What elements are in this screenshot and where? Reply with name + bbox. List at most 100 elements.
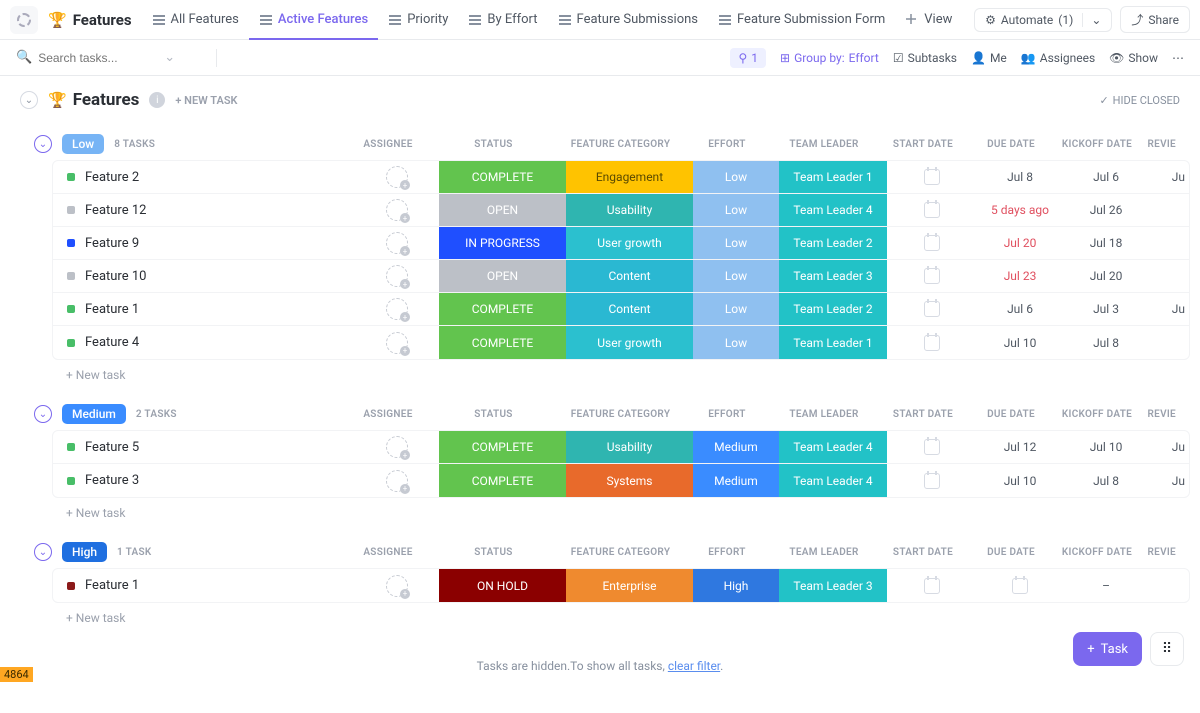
cell-status[interactable]: COMPLETE <box>439 161 566 193</box>
cell-kickoff[interactable]: – <box>1063 569 1149 602</box>
col-due[interactable]: DUE DATE <box>968 139 1054 150</box>
col-kickoff[interactable]: KICKOFF DATE <box>1054 409 1140 420</box>
cell-leader[interactable]: Team Leader 4 <box>779 431 887 463</box>
page-title[interactable]: 🏆 Features <box>40 11 140 29</box>
cell-review[interactable]: Ju <box>1149 161 1189 193</box>
cell-start[interactable] <box>887 293 977 325</box>
cell-due[interactable]: Jul 23 <box>977 260 1063 292</box>
cell-effort[interactable]: Medium <box>693 431 779 463</box>
group-badge[interactable]: High <box>62 542 107 562</box>
cell-effort[interactable]: Low <box>693 194 779 226</box>
cell-review[interactable] <box>1149 260 1189 292</box>
assign-avatar-icon[interactable] <box>386 436 408 458</box>
cell-review[interactable]: Ju <box>1149 293 1189 325</box>
app-icon[interactable] <box>10 6 38 34</box>
cell-kickoff[interactable]: Jul 10 <box>1063 431 1149 463</box>
cell-review[interactable] <box>1149 326 1189 359</box>
search-wrap[interactable]: 🔍 ⌄ <box>16 50 206 65</box>
cell-due[interactable]: Jul 20 <box>977 227 1063 259</box>
cell-review[interactable]: Ju <box>1149 464 1189 497</box>
new-task-button[interactable]: + New task <box>0 498 1200 524</box>
collapse-list-button[interactable]: ⌄ <box>20 91 38 109</box>
col-status[interactable]: STATUS <box>430 547 557 558</box>
cell-kickoff[interactable]: Jul 18 <box>1063 227 1149 259</box>
cell-category[interactable]: Enterprise <box>566 569 693 602</box>
cell-category[interactable]: Systems <box>566 464 693 497</box>
cell-effort[interactable]: Medium <box>693 464 779 497</box>
hide-closed-toggle[interactable]: ✓ HIDE CLOSED <box>1099 94 1180 107</box>
cell-category[interactable]: Usability <box>566 431 693 463</box>
chevron-down-icon[interactable]: ⌄ <box>164 50 175 65</box>
cell-due[interactable]: 5 days ago <box>977 194 1063 226</box>
cell-review[interactable] <box>1149 569 1189 602</box>
col-effort[interactable]: EFFORT <box>684 409 770 420</box>
me-toggle[interactable]: 👤Me <box>971 51 1007 65</box>
cell-start[interactable] <box>887 161 977 193</box>
col-leader[interactable]: TEAM LEADER <box>770 409 878 420</box>
task-row[interactable]: Feature 9 IN PROGRESS User growth Low Te… <box>53 227 1189 260</box>
assign-avatar-icon[interactable] <box>386 470 408 492</box>
col-effort[interactable]: EFFORT <box>684 547 770 558</box>
cell-status[interactable]: OPEN <box>439 194 566 226</box>
collapse-group-button[interactable]: ⌄ <box>34 543 52 561</box>
cell-status[interactable]: IN PROGRESS <box>439 227 566 259</box>
task-name[interactable]: Feature 5 <box>53 431 355 463</box>
clear-filter-link[interactable]: clear filter <box>668 659 720 673</box>
task-row[interactable]: Feature 5 COMPLETE Usability Medium Team… <box>53 431 1189 464</box>
assign-avatar-icon[interactable] <box>386 332 408 354</box>
assign-avatar-icon[interactable] <box>386 298 408 320</box>
cell-category[interactable]: Content <box>566 260 693 292</box>
cell-effort[interactable]: Low <box>693 326 779 359</box>
group-by-control[interactable]: ⊞ Group by: Effort <box>780 51 879 65</box>
cell-status[interactable]: COMPLETE <box>439 326 566 359</box>
task-row[interactable]: Feature 2 COMPLETE Engagement Low Team L… <box>53 161 1189 194</box>
cell-due[interactable]: Jul 8 <box>977 161 1063 193</box>
cell-leader[interactable]: Team Leader 4 <box>779 464 887 497</box>
cell-leader[interactable]: Team Leader 1 <box>779 161 887 193</box>
task-name[interactable]: Feature 4 <box>53 326 355 359</box>
col-due[interactable]: DUE DATE <box>968 409 1054 420</box>
cell-review[interactable] <box>1149 194 1189 226</box>
new-task-button[interactable]: + New task <box>0 603 1200 629</box>
new-task-top-button[interactable]: + NEW TASK <box>175 94 237 107</box>
search-input[interactable] <box>38 51 158 65</box>
view-tab-priority[interactable]: Priority <box>378 0 458 40</box>
cell-start[interactable] <box>887 464 977 497</box>
task-name[interactable]: Feature 1 <box>53 569 355 602</box>
col-leader[interactable]: TEAM LEADER <box>770 139 878 150</box>
col-effort[interactable]: EFFORT <box>684 139 770 150</box>
cell-start[interactable] <box>887 431 977 463</box>
col-category[interactable]: FEATURE CATEGORY <box>557 139 684 150</box>
cell-effort[interactable]: Low <box>693 161 779 193</box>
assign-avatar-icon[interactable] <box>386 575 408 597</box>
cell-assignee[interactable] <box>355 293 439 325</box>
col-category[interactable]: FEATURE CATEGORY <box>557 409 684 420</box>
task-name[interactable]: Feature 3 <box>53 464 355 497</box>
cell-effort[interactable]: Low <box>693 227 779 259</box>
col-category[interactable]: FEATURE CATEGORY <box>557 547 684 558</box>
list-title[interactable]: 🏆 Features <box>48 90 139 110</box>
task-name[interactable]: Feature 12 <box>53 194 355 226</box>
cell-effort[interactable]: High <box>693 569 779 602</box>
assignees-toggle[interactable]: 👥Assignees <box>1021 51 1095 65</box>
cell-kickoff[interactable]: Jul 6 <box>1063 161 1149 193</box>
cell-effort[interactable]: Low <box>693 260 779 292</box>
cell-start[interactable] <box>887 260 977 292</box>
cell-category[interactable]: Usability <box>566 194 693 226</box>
col-assignee[interactable]: ASSIGNEE <box>346 409 430 420</box>
cell-review[interactable]: Ju <box>1149 431 1189 463</box>
view-tab-by-effort[interactable]: By Effort <box>458 0 547 40</box>
share-button[interactable]: ⤴ Share <box>1120 6 1190 33</box>
cell-assignee[interactable] <box>355 569 439 602</box>
cell-due[interactable] <box>977 569 1063 602</box>
task-name[interactable]: Feature 2 <box>53 161 355 193</box>
cell-start[interactable] <box>887 569 977 602</box>
cell-leader[interactable]: Team Leader 2 <box>779 227 887 259</box>
chevron-down-icon[interactable]: ⌄ <box>1082 13 1101 27</box>
new-task-button[interactable]: + New task <box>0 360 1200 386</box>
view-tab-feature-submissions[interactable]: Feature Submissions <box>548 0 708 40</box>
cell-leader[interactable]: Team Leader 3 <box>779 260 887 292</box>
cell-status[interactable]: ON HOLD <box>439 569 566 602</box>
apps-fab[interactable]: ⠿ <box>1150 632 1184 666</box>
cell-due[interactable]: Jul 12 <box>977 431 1063 463</box>
